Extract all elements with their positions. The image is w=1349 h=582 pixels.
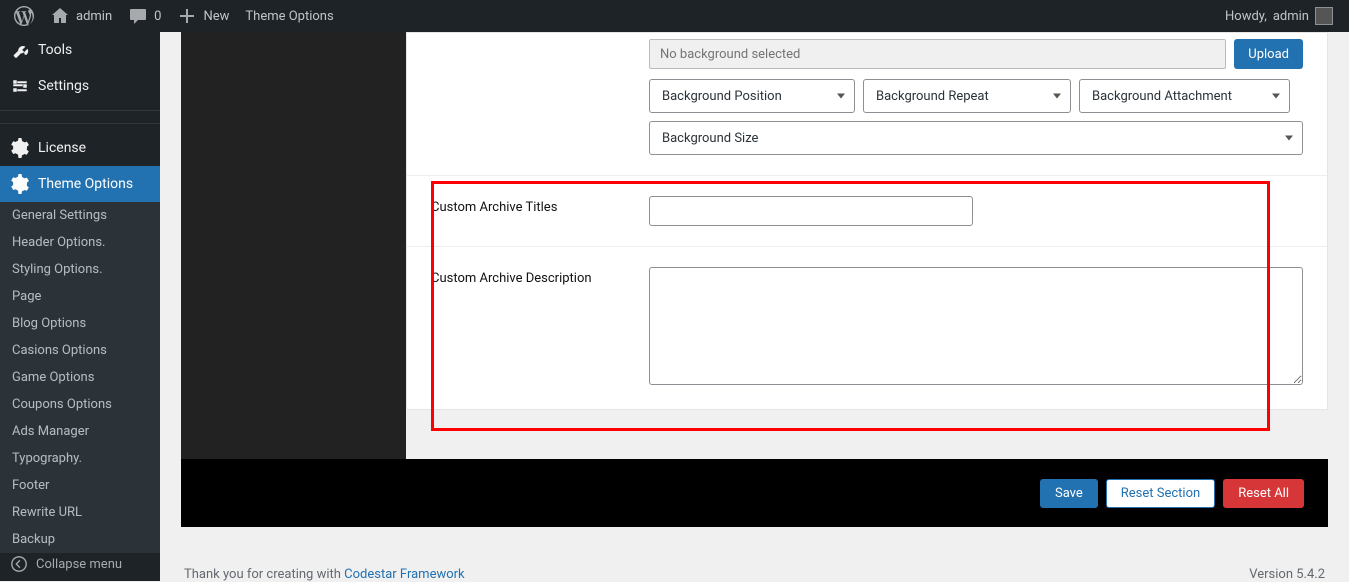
- footer-thanks: Thank you for creating with Codestar Fra…: [184, 567, 465, 582]
- main-wrap: Upload Background Position Background Re…: [160, 32, 1349, 581]
- submenu: General Settings Header Options. Styling…: [0, 202, 160, 553]
- admin-bar: admin 0 New Theme Options Howdy, admin: [0, 0, 1349, 32]
- admin-bar-right: Howdy, admin: [1217, 0, 1349, 32]
- submenu-item[interactable]: Casions Options: [0, 337, 160, 364]
- admin-sidebar: Tools Settings License Theme Options Gen…: [0, 32, 160, 581]
- background-path-input[interactable]: [649, 39, 1226, 69]
- bg-size-select[interactable]: Background Size: [649, 121, 1303, 155]
- menu-license[interactable]: License: [0, 130, 160, 166]
- howdy-user: admin: [1273, 9, 1309, 24]
- collapse-label: Collapse menu: [36, 557, 122, 572]
- comment-icon: [128, 6, 148, 26]
- menu-license-label: License: [38, 140, 86, 156]
- menu-tools[interactable]: Tools: [0, 32, 160, 68]
- collapse-menu-button[interactable]: Collapse menu: [0, 547, 160, 581]
- bg-repeat-select[interactable]: Background Repeat: [863, 79, 1071, 113]
- page-title-label: Theme Options: [245, 9, 333, 24]
- save-button[interactable]: Save: [1040, 479, 1098, 508]
- submenu-item[interactable]: Typography.: [0, 445, 160, 472]
- wp-logo-menu[interactable]: [6, 0, 42, 32]
- site-name-label: admin: [76, 9, 112, 24]
- menu-theme-options[interactable]: Theme Options: [0, 166, 160, 202]
- field-archive-desc: Custom Archive Description: [407, 247, 1327, 409]
- wrench-icon: [10, 40, 30, 60]
- footer-link[interactable]: Codestar Framework: [344, 567, 464, 582]
- archive-titles-label: Custom Archive Titles: [431, 196, 649, 226]
- submenu-item[interactable]: Ads Manager: [0, 418, 160, 445]
- wp-footer: Thank you for creating with Codestar Fra…: [181, 567, 1328, 582]
- comments-menu[interactable]: 0: [120, 0, 169, 32]
- background-controls: Upload Background Position Background Re…: [649, 39, 1303, 155]
- options-footer: Save Reset Section Reset All: [181, 459, 1328, 527]
- reset-section-button[interactable]: Reset Section: [1106, 479, 1215, 508]
- collapse-icon: [10, 555, 28, 573]
- plus-icon: [177, 6, 197, 26]
- footer-version: Version 5.4.2: [1249, 567, 1325, 582]
- submenu-item[interactable]: General Settings: [0, 202, 160, 229]
- site-name-menu[interactable]: admin: [42, 0, 120, 32]
- reset-all-button[interactable]: Reset All: [1223, 479, 1304, 508]
- menu-tools-label: Tools: [38, 42, 72, 58]
- howdy-prefix: Howdy,: [1225, 9, 1267, 24]
- field-archive-titles: Custom Archive Titles: [407, 176, 1327, 247]
- menu-theme-options-label: Theme Options: [38, 176, 133, 192]
- submenu-item[interactable]: Styling Options.: [0, 256, 160, 283]
- options-nav-sidebar: [181, 32, 406, 459]
- submenu-item[interactable]: Header Options.: [0, 229, 160, 256]
- field-background: Upload Background Position Background Re…: [407, 33, 1327, 176]
- gear-icon: [10, 138, 30, 158]
- my-account-menu[interactable]: Howdy, admin: [1217, 0, 1341, 32]
- submenu-item[interactable]: Blog Options: [0, 310, 160, 337]
- gear-icon: [10, 174, 30, 194]
- field-label-empty: [431, 39, 649, 155]
- comments-count: 0: [154, 9, 161, 24]
- avatar: [1315, 7, 1333, 25]
- submenu-item[interactable]: Rewrite URL: [0, 499, 160, 526]
- wordpress-icon: [14, 6, 34, 26]
- bg-position-select[interactable]: Background Position: [649, 79, 855, 113]
- bg-attach-select[interactable]: Background Attachment: [1079, 79, 1290, 113]
- options-body: Upload Background Position Background Re…: [406, 32, 1328, 410]
- sliders-icon: [10, 76, 30, 96]
- page-title-menu[interactable]: Theme Options: [237, 0, 341, 32]
- upload-button[interactable]: Upload: [1234, 39, 1303, 69]
- admin-bar-left: admin 0 New Theme Options: [0, 0, 342, 32]
- menu-settings-label: Settings: [38, 78, 89, 94]
- archive-desc-label: Custom Archive Description: [431, 267, 649, 389]
- submenu-item[interactable]: Game Options: [0, 364, 160, 391]
- menu-separator: [0, 110, 160, 124]
- new-content-menu[interactable]: New: [169, 0, 237, 32]
- archive-titles-input[interactable]: [649, 196, 973, 226]
- archive-desc-textarea[interactable]: [649, 267, 1303, 385]
- new-label: New: [203, 9, 229, 24]
- submenu-item[interactable]: Coupons Options: [0, 391, 160, 418]
- home-icon: [50, 6, 70, 26]
- submenu-item[interactable]: Page: [0, 283, 160, 310]
- submenu-item[interactable]: Footer: [0, 472, 160, 499]
- menu-settings[interactable]: Settings: [0, 68, 160, 104]
